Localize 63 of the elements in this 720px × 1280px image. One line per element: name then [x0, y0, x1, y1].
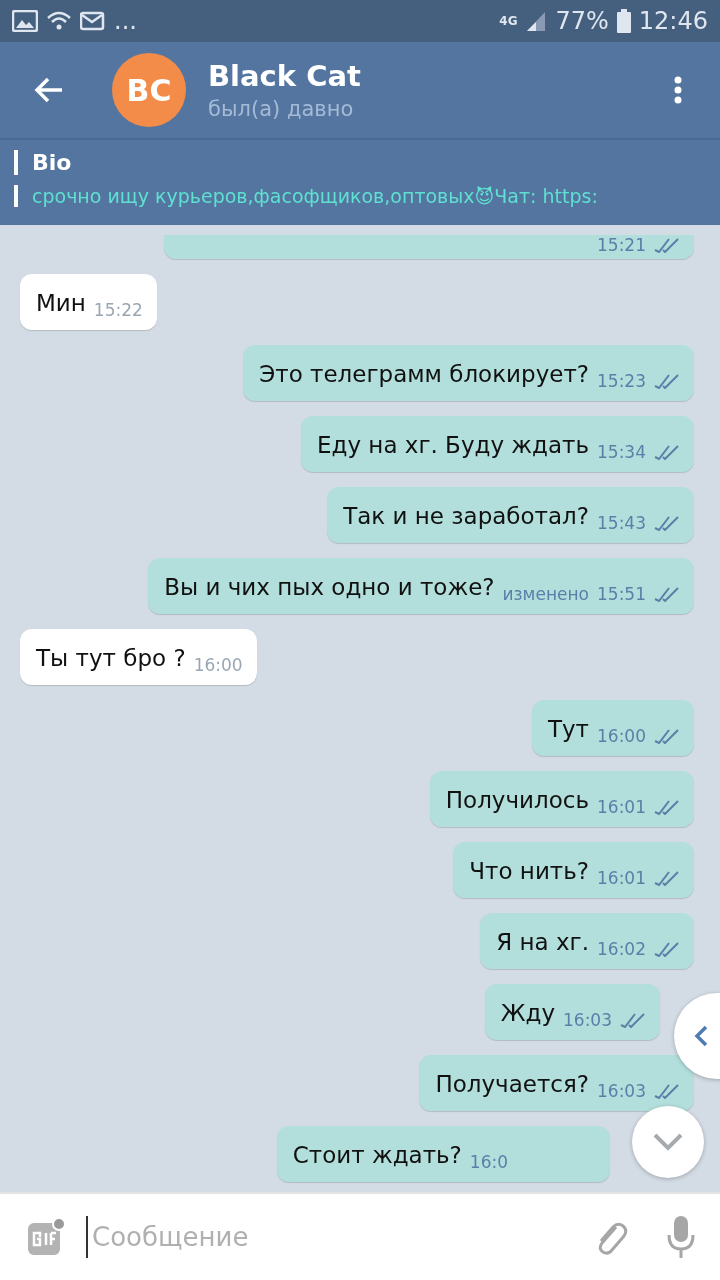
message-time: 16:0	[469, 1152, 508, 1172]
bio-text: срочно ищу курьеров,фасофщиков,оптовых😈Чат: https:	[14, 185, 720, 207]
message-bubble[interactable]: Получилось 16:01	[429, 771, 694, 827]
message-time: 16:00	[193, 655, 243, 675]
message-text: Вы и чих пых одно и тоже?	[164, 573, 495, 602]
message-time: 15:23	[597, 371, 646, 391]
message-text: Я на хг.	[496, 928, 589, 957]
chat-title: Black Cat	[208, 59, 362, 93]
message-bubble[interactable]: Получается? 16:03	[419, 1055, 694, 1111]
image-icon	[12, 10, 38, 32]
battery-icon	[616, 9, 631, 33]
message-text: Что нить?	[469, 857, 589, 886]
message-time: 15:51	[597, 584, 646, 604]
message-text: Еду на хг. Буду ждать	[317, 431, 589, 460]
message-time: 15:43	[597, 513, 646, 533]
message-bubble[interactable]: Вы и чих пых одно и тоже? изменено 15:51	[148, 558, 694, 614]
microphone-icon[interactable]	[666, 1215, 696, 1259]
message-bubble[interactable]: Еду на хг. Буду ждать 15:34	[301, 416, 694, 472]
mail-icon	[80, 10, 106, 32]
message-time: 16:03	[597, 1081, 646, 1101]
message-bubble[interactable]: Ты тут бро ? 16:00	[20, 629, 257, 685]
message-text: Стоит ждать?	[292, 1141, 462, 1170]
message-bubble[interactable]: Что нить? 16:01	[453, 842, 694, 898]
message-bubble[interactable]: Жду 16:03	[484, 984, 660, 1040]
message-bubble[interactable]: Я на хг. 16:02	[480, 913, 694, 969]
message-text: Ты тут бро ?	[36, 644, 186, 673]
message-time: 16:01	[597, 797, 646, 817]
message-time: 16:03	[563, 1010, 612, 1030]
scroll-down-button[interactable]	[632, 1106, 704, 1178]
battery-level: 77%	[555, 7, 609, 35]
message-time: 15:34	[597, 442, 646, 462]
message-time: 16:02	[597, 939, 646, 959]
message-bubble[interactable]: Так и не заработал? 15:43	[327, 487, 694, 543]
chevron-left-icon	[694, 1025, 708, 1047]
pinned-bio-panel[interactable]: Bio срочно ищу курьеров,фасофщиков,оптовых😈Чат: https:	[0, 140, 720, 225]
chevron-down-icon	[653, 1133, 683, 1151]
message-bubble[interactable]: Это телеграмм блокирует? 15:23	[243, 345, 694, 401]
edited-label: изменено	[502, 584, 589, 604]
message-time: 16:01	[597, 868, 646, 888]
message-text: Жду	[500, 999, 555, 1028]
last-seen-status: был(а) давно	[208, 97, 355, 121]
more-menu-icon[interactable]	[674, 76, 682, 104]
message-text: Мин	[36, 289, 86, 318]
message-bubble[interactable]: Тут 16:00	[531, 700, 694, 756]
more-notifications: ...	[114, 7, 137, 35]
message-text: Получается?	[435, 1070, 589, 1099]
message-input[interactable]: Сообщение	[86, 1216, 572, 1258]
message-text: Так и не заработал?	[343, 502, 589, 531]
network-type: 4G	[499, 14, 518, 28]
gif-icon[interactable]	[26, 1217, 66, 1257]
clock: 12:46	[638, 7, 708, 35]
message-time: 16:00	[597, 726, 646, 746]
message-text: Это телеграмм блокирует?	[259, 360, 589, 389]
message-time: 15:21	[597, 235, 646, 255]
message-bubble[interactable]: Мин 15:22	[20, 274, 157, 330]
message-time: 15:22	[93, 300, 143, 320]
bio-label: Bio	[14, 150, 720, 175]
back-arrow-icon[interactable]	[34, 77, 64, 103]
message-bubble[interactable]: Стоит ждать? 16:0	[276, 1126, 610, 1182]
wifi-icon	[46, 10, 72, 32]
message-text: Получилось	[445, 786, 589, 815]
message-text: Тут	[547, 715, 589, 744]
signal-icon	[525, 10, 548, 32]
